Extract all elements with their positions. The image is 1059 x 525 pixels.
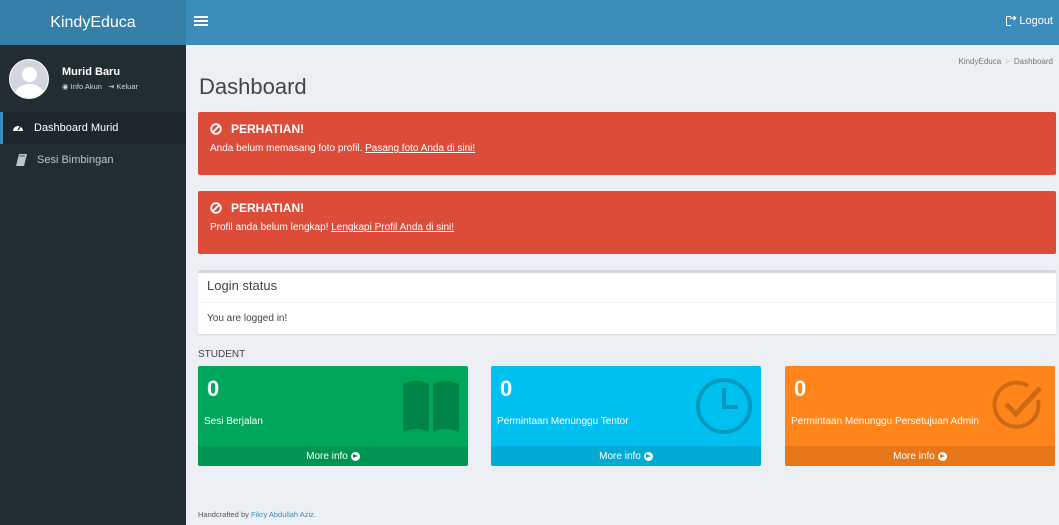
arrow-circle-right-icon	[937, 451, 947, 461]
arrow-circle-right-icon	[350, 451, 360, 461]
ban-icon	[210, 123, 222, 135]
stat-box-menunggu-admin: 0 Permintaan Menunggu Persetujuan Admin …	[785, 366, 1055, 466]
alert-message: Profil anda belum lengkap!	[210, 222, 329, 233]
book-icon	[403, 381, 459, 432]
logout-label: Logout	[1019, 15, 1053, 27]
logout-button[interactable]: Logout	[1006, 13, 1053, 27]
stat-box-menunggu-tentor: 0 Permintaan Menunggu Tentor More info	[491, 366, 761, 466]
box-body: You are logged in!	[207, 313, 288, 324]
sidebar-item-dashboard[interactable]: Dashboard Murid	[0, 112, 186, 144]
stat-label: Permintaan Menunggu Persetujuan Admin	[791, 416, 979, 427]
dashboard-icon	[12, 122, 24, 134]
ban-icon	[210, 202, 222, 214]
box-title: Login status	[198, 273, 1056, 303]
top-navbar: Logout	[186, 0, 1059, 45]
user-circle-icon: ◉	[62, 82, 69, 91]
sign-out-icon: ⇥	[107, 82, 115, 91]
stat-value: 0	[207, 376, 220, 401]
sign-out-icon	[1006, 13, 1017, 26]
alert-profile: PERHATIAN! Profil anda belum lengkap! Le…	[198, 191, 1056, 254]
alert-message: Anda belum memasang foto profil.	[210, 143, 363, 154]
user-name: Murid Baru	[62, 66, 121, 78]
sign-out-label: Keluar	[116, 82, 138, 91]
info-account-link[interactable]: ◉ Info Akun	[62, 82, 102, 91]
breadcrumb-home[interactable]: KindyEduca	[958, 57, 1001, 66]
stat-value: 0	[500, 376, 513, 401]
check-circle-icon	[992, 380, 1042, 429]
more-info-label: More info	[893, 450, 935, 462]
breadcrumb: KindyEduca > Dashboard	[958, 57, 1053, 66]
alert-title: PERHATIAN!	[231, 201, 305, 215]
sidebar-item-label: Dashboard Murid	[34, 122, 119, 134]
avatar	[9, 58, 49, 99]
complete-profile-link[interactable]: Lengkapi Profil Anda di sini!	[331, 222, 454, 233]
arrow-circle-right-icon	[643, 451, 653, 461]
alert-photo: PERHATIAN! Anda belum memasang foto prof…	[198, 112, 1056, 175]
clock-icon	[696, 378, 752, 434]
section-label: STUDENT	[198, 349, 246, 360]
more-info-link[interactable]: More info	[785, 446, 1055, 466]
more-info-label: More info	[599, 450, 641, 462]
page-title: Dashboard	[199, 74, 307, 99]
page-footer: Handcrafted by Fikry Abdullah Aziz.	[198, 510, 316, 519]
user-panel: Murid Baru ◉ Info Akun ⇥ Keluar	[0, 45, 186, 112]
stat-label: Permintaan Menunggu Tentor	[497, 416, 629, 427]
app-logo[interactable]: KindyEduca	[0, 0, 186, 45]
sidebar-item-label: Sesi Bimbingan	[37, 154, 114, 166]
login-status-box: Login status You are logged in!	[198, 270, 1056, 334]
book-icon	[15, 154, 27, 166]
sidebar-toggle-icon[interactable]	[194, 14, 208, 30]
stat-box-sesi-berjalan: 0 Sesi Berjalan More info	[198, 366, 468, 466]
sign-out-link[interactable]: ⇥ Keluar	[108, 82, 138, 91]
alert-title: PERHATIAN!	[231, 122, 305, 136]
breadcrumb-current: Dashboard	[1013, 57, 1053, 66]
author-link[interactable]: Fikry Abdullah Aziz.	[251, 510, 316, 519]
upload-photo-link[interactable]: Pasang foto Anda di sini!	[365, 143, 475, 154]
main-content: KindyEduca > Dashboard Dashboard PERHATIAN…	[186, 45, 1059, 525]
more-info-link[interactable]: More info	[491, 446, 761, 466]
more-info-link[interactable]: More info	[198, 446, 468, 466]
more-info-label: More info	[306, 450, 348, 462]
sidebar: Murid Baru ◉ Info Akun ⇥ Keluar Dashboar…	[0, 45, 186, 525]
sidebar-item-sesi-bimbingan[interactable]: Sesi Bimbingan	[0, 144, 186, 176]
info-account-label: Info Akun	[70, 82, 102, 91]
stat-label: Sesi Berjalan	[204, 416, 263, 427]
stat-value: 0	[794, 376, 807, 401]
footer-prefix: Handcrafted by	[198, 510, 249, 519]
